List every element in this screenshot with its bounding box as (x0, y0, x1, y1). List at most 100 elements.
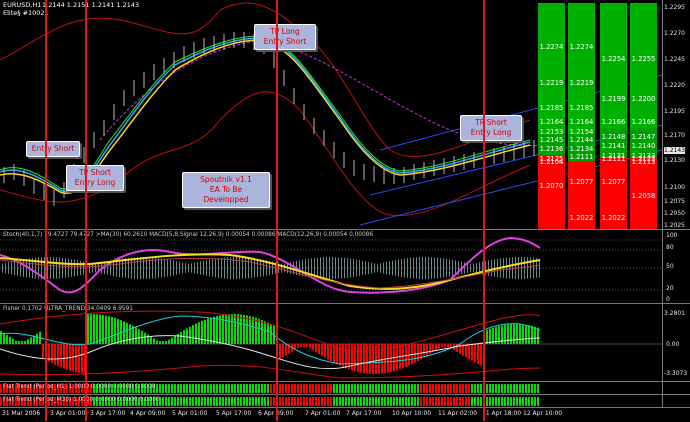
trend-cell (189, 384, 191, 393)
stoch-macd-pane[interactable]: Stoch(40,1,7) 79.4727 79.4727 >MA(30) 60… (0, 229, 662, 304)
macd-bar (257, 258, 258, 278)
tp-short-right-note: TP Short Entry Long (460, 115, 522, 141)
fisher-bar (336, 344, 338, 365)
fisher-bar (507, 324, 509, 344)
trend-cell (279, 397, 281, 406)
price-chart-pane[interactable]: EURUSD,H1 1.2144 1.2151 1.2141 1.2143 El… (0, 0, 662, 229)
level-value: 1.2147 (631, 133, 656, 141)
fisher-bar (435, 344, 437, 351)
fisher-bar (81, 344, 83, 374)
fisher-bar (528, 325, 530, 344)
trend-cell (255, 384, 257, 393)
fisher-bar (471, 344, 473, 361)
fisher-bar (306, 344, 308, 347)
trend-cell (402, 384, 404, 393)
macd-bar (425, 257, 426, 279)
date-tick: 5 Apr 17:00 (216, 410, 252, 417)
trend-cell (297, 384, 299, 393)
trend-cell (168, 397, 170, 406)
fisher-bar (234, 314, 236, 344)
trend-cell (507, 397, 509, 406)
trend-cell (315, 384, 317, 393)
trend-cell (309, 384, 311, 393)
fisher-bar (150, 336, 152, 344)
fisher-bar (423, 344, 425, 358)
trend-cell (159, 384, 161, 393)
macd-bar (260, 259, 261, 277)
macd-bar (326, 257, 327, 279)
fisher-bar (165, 341, 167, 344)
trend-cell (375, 384, 377, 393)
macd-bar (71, 259, 72, 277)
macd-bar (74, 259, 75, 277)
trend-cell (327, 397, 329, 406)
trend-cell (447, 384, 449, 393)
fisher-bar (252, 316, 254, 344)
trend-cell (417, 384, 419, 393)
macd-bar (359, 260, 360, 276)
fisher-bar (261, 319, 263, 344)
trend-cell (450, 384, 452, 393)
fisher-bar (426, 344, 428, 356)
trend-cell (198, 397, 200, 406)
macd-bar (380, 263, 381, 273)
trend-cell (303, 384, 305, 393)
date-tick: 7 Apr 01:00 (305, 410, 341, 417)
trend-cell (216, 397, 218, 406)
trend-cell (294, 397, 296, 406)
symbol-label: EURUSD,H1 (3, 1, 42, 9)
level-value: 1.2219 (569, 79, 594, 87)
fisher-bar (243, 314, 245, 344)
trend-cell (318, 397, 320, 406)
macd-bar (419, 257, 420, 279)
trend-cell (438, 397, 440, 406)
macd-bar (95, 263, 96, 273)
trend-cell (414, 384, 416, 393)
fisher-tick-top: 3.2801 (664, 310, 685, 317)
level-value: 1.2111 (569, 153, 594, 161)
trend-cell (231, 397, 233, 406)
macd-bar (410, 257, 411, 279)
stoch-axis: 100 80 50 20 0 (662, 229, 690, 304)
trend-cell (459, 384, 461, 393)
fisher-bar (324, 344, 326, 358)
trend-cell (474, 384, 476, 393)
trend-cell (345, 384, 347, 393)
macd-bar (341, 257, 342, 279)
flat-trend-h1-pane[interactable]: Flat Trend (Period_H1) 1.0000 0.0000 0.0… (0, 381, 662, 394)
flat-trend-m30-pane[interactable]: Flat Trend (Period_M30) 1.0000 0.0000 0.… (0, 394, 662, 407)
trend-cell (369, 384, 371, 393)
price-tick: 1.2130 (664, 157, 685, 164)
trend-cell (342, 397, 344, 406)
macd-bar (470, 263, 471, 273)
fisher-bar (378, 344, 380, 374)
trend-cell (384, 397, 386, 406)
fisher-bar (516, 324, 518, 344)
level-column: 1.2254 1.2199 1.2166 1.2148 1.2141 1.2131 1.21… (600, 3, 627, 229)
trend-cell (306, 384, 308, 393)
trend-cell (204, 397, 206, 406)
fisher-bar (51, 344, 53, 364)
macd-bar (350, 258, 351, 278)
fisher-bar (90, 314, 92, 344)
date-tick: 11 Apr 18:00 (482, 410, 522, 417)
macd-bar (398, 259, 399, 277)
fisher-bar (6, 334, 8, 344)
fisher-bar (3, 332, 5, 344)
trend-cell (324, 384, 326, 393)
trend-cell (534, 384, 536, 393)
trend-cell (441, 384, 443, 393)
level-value: 1.2219 (539, 79, 564, 87)
fisher-bar (138, 329, 140, 344)
fisher-bar (510, 324, 512, 344)
trend-cell (504, 384, 506, 393)
fisher-bar (57, 344, 59, 366)
trend-cell (393, 384, 395, 393)
macd-bar (389, 261, 390, 275)
trend-cell (288, 397, 290, 406)
fisher-pane[interactable]: Fisher 0.1702 ULTRA_TREND 34.0409 6.9591 (0, 303, 662, 381)
trend-cell (480, 384, 482, 393)
macd-bar (161, 258, 162, 278)
fisher-bar (60, 344, 62, 368)
macd-bar (242, 257, 243, 279)
